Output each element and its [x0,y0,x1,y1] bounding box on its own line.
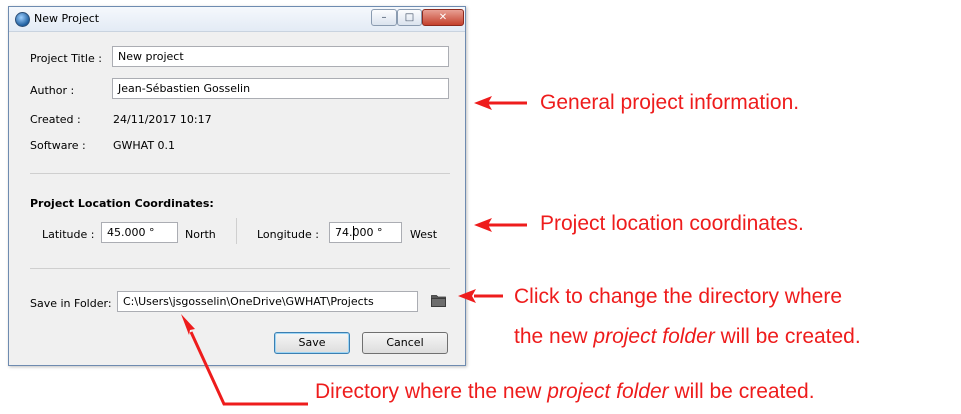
arrowhead-directory [181,314,195,335]
annotation-directory: Directory where the new project folder w… [315,380,815,403]
arrow-directory [189,331,308,406]
annotation-change-dir-line1: Click to change the directory where [514,285,842,308]
annotation-location: Project location coordinates. [540,212,804,235]
arrowhead-change-folder [458,289,476,303]
annotation-change-dir-line2: the new project folder will be created. [514,325,861,348]
annotation-arrows [181,96,527,406]
annotation-general: General project information. [540,91,800,114]
